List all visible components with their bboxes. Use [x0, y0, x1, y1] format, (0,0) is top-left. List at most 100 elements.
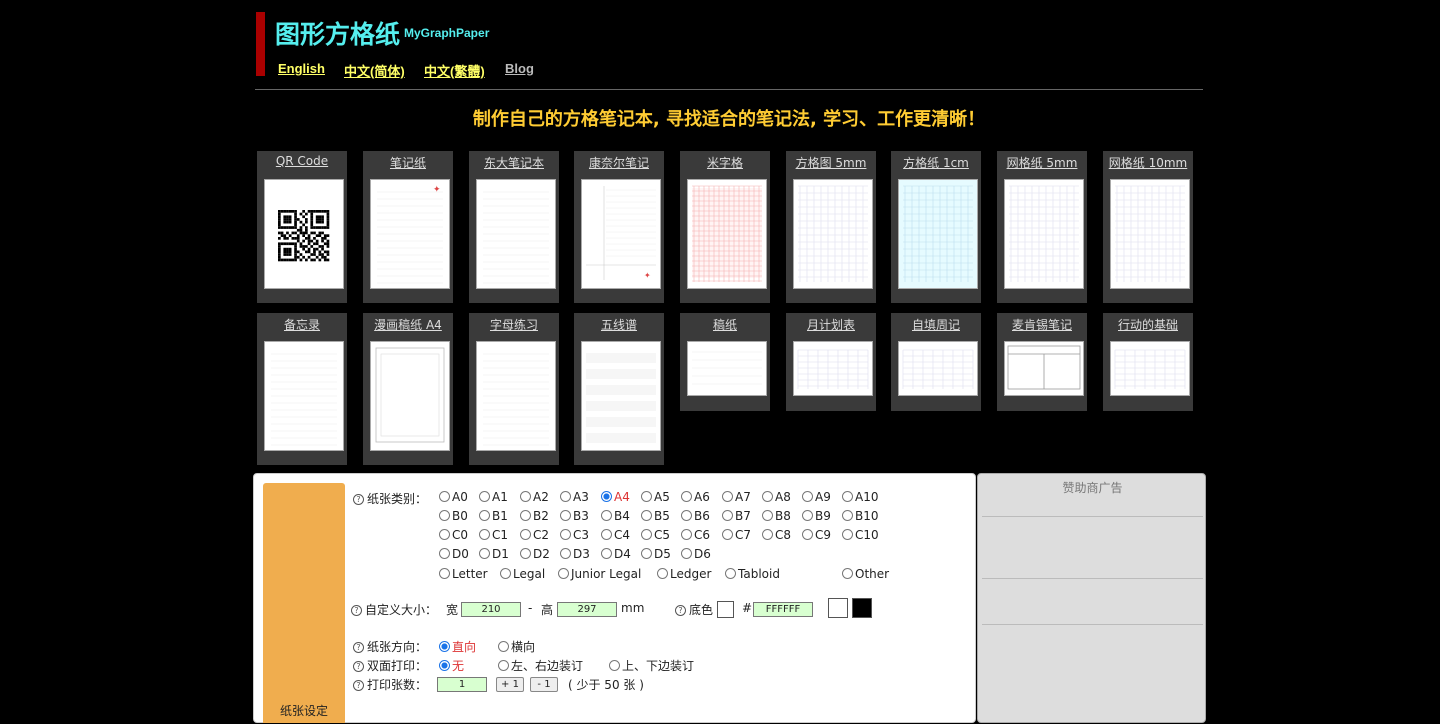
lang-link-english[interactable]: English [278, 61, 325, 76]
template-tile-label[interactable]: 方格图 5mm [786, 154, 876, 171]
template-tile-label[interactable]: 笔记纸 [363, 154, 453, 171]
template-tile-label[interactable]: 东大笔记本 [469, 154, 559, 171]
template-tile[interactable]: 行动的基础 [1103, 313, 1193, 411]
template-tile[interactable]: QR Code [257, 151, 347, 303]
grid-paper-icon[interactable] [1004, 179, 1084, 289]
template-tile-label[interactable]: 网格纸 5mm [997, 154, 1087, 171]
swatch-white[interactable] [828, 598, 848, 618]
help-icon[interactable]: ? [351, 605, 362, 616]
paper-size-option[interactable]: D4 [601, 547, 631, 561]
paper-size-option[interactable]: B1 [479, 509, 508, 523]
lang-link-zh-hant[interactable]: 中文(繁體) [424, 61, 485, 80]
memo-paper-icon[interactable] [264, 341, 344, 451]
template-tile-label[interactable]: QR Code [257, 154, 347, 168]
copies-minus-button[interactable]: - 1 [530, 677, 558, 692]
paper-size-option[interactable]: C5 [641, 528, 670, 542]
settings-tab[interactable]: 纸张设定 [263, 483, 345, 723]
paper-size-option[interactable]: C9 [802, 528, 831, 542]
mckinsey-notes-icon[interactable] [1004, 341, 1084, 396]
cornell-notes-icon[interactable]: ✦ [581, 179, 661, 289]
lined-paper-icon[interactable] [476, 341, 556, 451]
template-tile[interactable]: 米字格 [680, 151, 770, 303]
paper-size-option[interactable]: B7 [722, 509, 751, 523]
paper-size-option[interactable]: A0 [439, 490, 468, 504]
paper-size-option[interactable]: Tabloid [725, 567, 780, 581]
paper-size-option[interactable]: B4 [601, 509, 630, 523]
paper-size-option[interactable]: C2 [520, 528, 549, 542]
template-tile[interactable]: 漫画稿纸 A4 [363, 313, 453, 465]
grid-paper-icon[interactable] [1110, 179, 1190, 289]
template-tile[interactable]: 五线谱 [574, 313, 664, 465]
paper-size-option[interactable]: D3 [560, 547, 590, 561]
duplex-short-edge[interactable]: 上、下边装订 [609, 657, 694, 674]
paper-size-option[interactable]: Letter [439, 567, 488, 581]
template-tile[interactable]: 网格纸 10mm [1103, 151, 1193, 303]
qr-code-icon[interactable] [264, 179, 344, 289]
orientation-landscape[interactable]: 横向 [498, 638, 535, 655]
paper-size-option[interactable]: A7 [722, 490, 751, 504]
paper-size-option[interactable]: C3 [560, 528, 589, 542]
template-tile[interactable]: 网格纸 5mm [997, 151, 1087, 303]
paper-size-option[interactable]: B6 [681, 509, 710, 523]
help-icon[interactable]: ? [353, 680, 364, 691]
template-tile-label[interactable]: 米字格 [680, 154, 770, 171]
paper-size-option[interactable]: D0 [439, 547, 469, 561]
paper-size-option[interactable]: B9 [802, 509, 831, 523]
paper-size-option[interactable]: A9 [802, 490, 831, 504]
grid-paper-icon[interactable] [687, 179, 767, 289]
paper-size-option[interactable]: C8 [762, 528, 791, 542]
template-tile-label[interactable]: 字母练习 [469, 316, 559, 333]
template-tile-label[interactable]: 月计划表 [786, 316, 876, 333]
help-icon[interactable]: ? [353, 642, 364, 653]
lined-paper-icon[interactable] [476, 179, 556, 289]
template-tile[interactable]: 麦肯锡笔记 [997, 313, 1087, 411]
site-subtitle[interactable]: MyGraphPaper [404, 26, 489, 40]
orientation-portrait[interactable]: 直向 [439, 638, 476, 655]
paper-size-option[interactable]: A3 [560, 490, 589, 504]
template-tile[interactable]: 方格图 5mm [786, 151, 876, 303]
paper-size-option[interactable]: C10 [842, 528, 879, 542]
paper-size-option[interactable]: D1 [479, 547, 509, 561]
copies-plus-button[interactable]: + 1 [496, 677, 524, 692]
paper-size-option[interactable]: B8 [762, 509, 791, 523]
template-tile[interactable]: 东大笔记本 [469, 151, 559, 303]
grid-paper-icon[interactable] [898, 179, 978, 290]
help-icon[interactable]: ? [353, 661, 364, 672]
template-tile-label[interactable]: 行动的基础 [1103, 316, 1193, 333]
template-tile[interactable]: 笔记纸 ✦ [363, 151, 453, 303]
paper-size-option[interactable]: Legal [500, 567, 545, 581]
paper-size-option[interactable]: A1 [479, 490, 508, 504]
bg-color-preview[interactable] [717, 601, 734, 618]
paper-size-option[interactable]: A2 [520, 490, 549, 504]
paper-size-option[interactable]: B3 [560, 509, 589, 523]
template-tile[interactable]: 康奈尔笔记 ✦ [574, 151, 664, 303]
bg-color-input[interactable]: FFFFFF [753, 602, 813, 617]
calendar-paper-icon[interactable] [793, 341, 873, 396]
duplex-long-edge[interactable]: 左、右边装订 [498, 657, 583, 674]
paper-size-option[interactable]: C1 [479, 528, 508, 542]
paper-size-option[interactable]: B5 [641, 509, 670, 523]
template-tile[interactable]: 方格纸 1cm [891, 151, 981, 303]
staff-paper-icon[interactable] [581, 341, 661, 451]
template-tile-label[interactable]: 稿纸 [680, 316, 770, 333]
paper-size-option[interactable]: B2 [520, 509, 549, 523]
template-tile-label[interactable]: 网格纸 10mm [1103, 154, 1193, 171]
paper-size-option[interactable]: D6 [681, 547, 711, 561]
template-tile[interactable]: 字母练习 [469, 313, 559, 465]
template-tile[interactable]: 稿纸 [680, 313, 770, 411]
paper-size-option[interactable]: Ledger [657, 567, 711, 581]
paper-size-option[interactable]: D5 [641, 547, 671, 561]
template-tile-label[interactable]: 方格纸 1cm [891, 154, 981, 171]
duplex-none[interactable]: 无 [439, 657, 464, 674]
action-notes-icon[interactable] [1110, 341, 1190, 396]
template-tile-label[interactable]: 康奈尔笔记 [574, 154, 664, 171]
copies-input[interactable]: 1 [437, 677, 487, 692]
template-tile[interactable]: 月计划表 [786, 313, 876, 411]
paper-size-option[interactable]: C4 [601, 528, 630, 542]
template-tile-label[interactable]: 自填周记 [891, 316, 981, 333]
weekly-paper-icon[interactable] [898, 341, 978, 396]
template-tile[interactable]: 自填周记 [891, 313, 981, 411]
site-title[interactable]: 图形方格纸 [275, 15, 400, 51]
paper-size-option[interactable]: A8 [762, 490, 791, 504]
paper-size-option[interactable]: B10 [842, 509, 879, 523]
